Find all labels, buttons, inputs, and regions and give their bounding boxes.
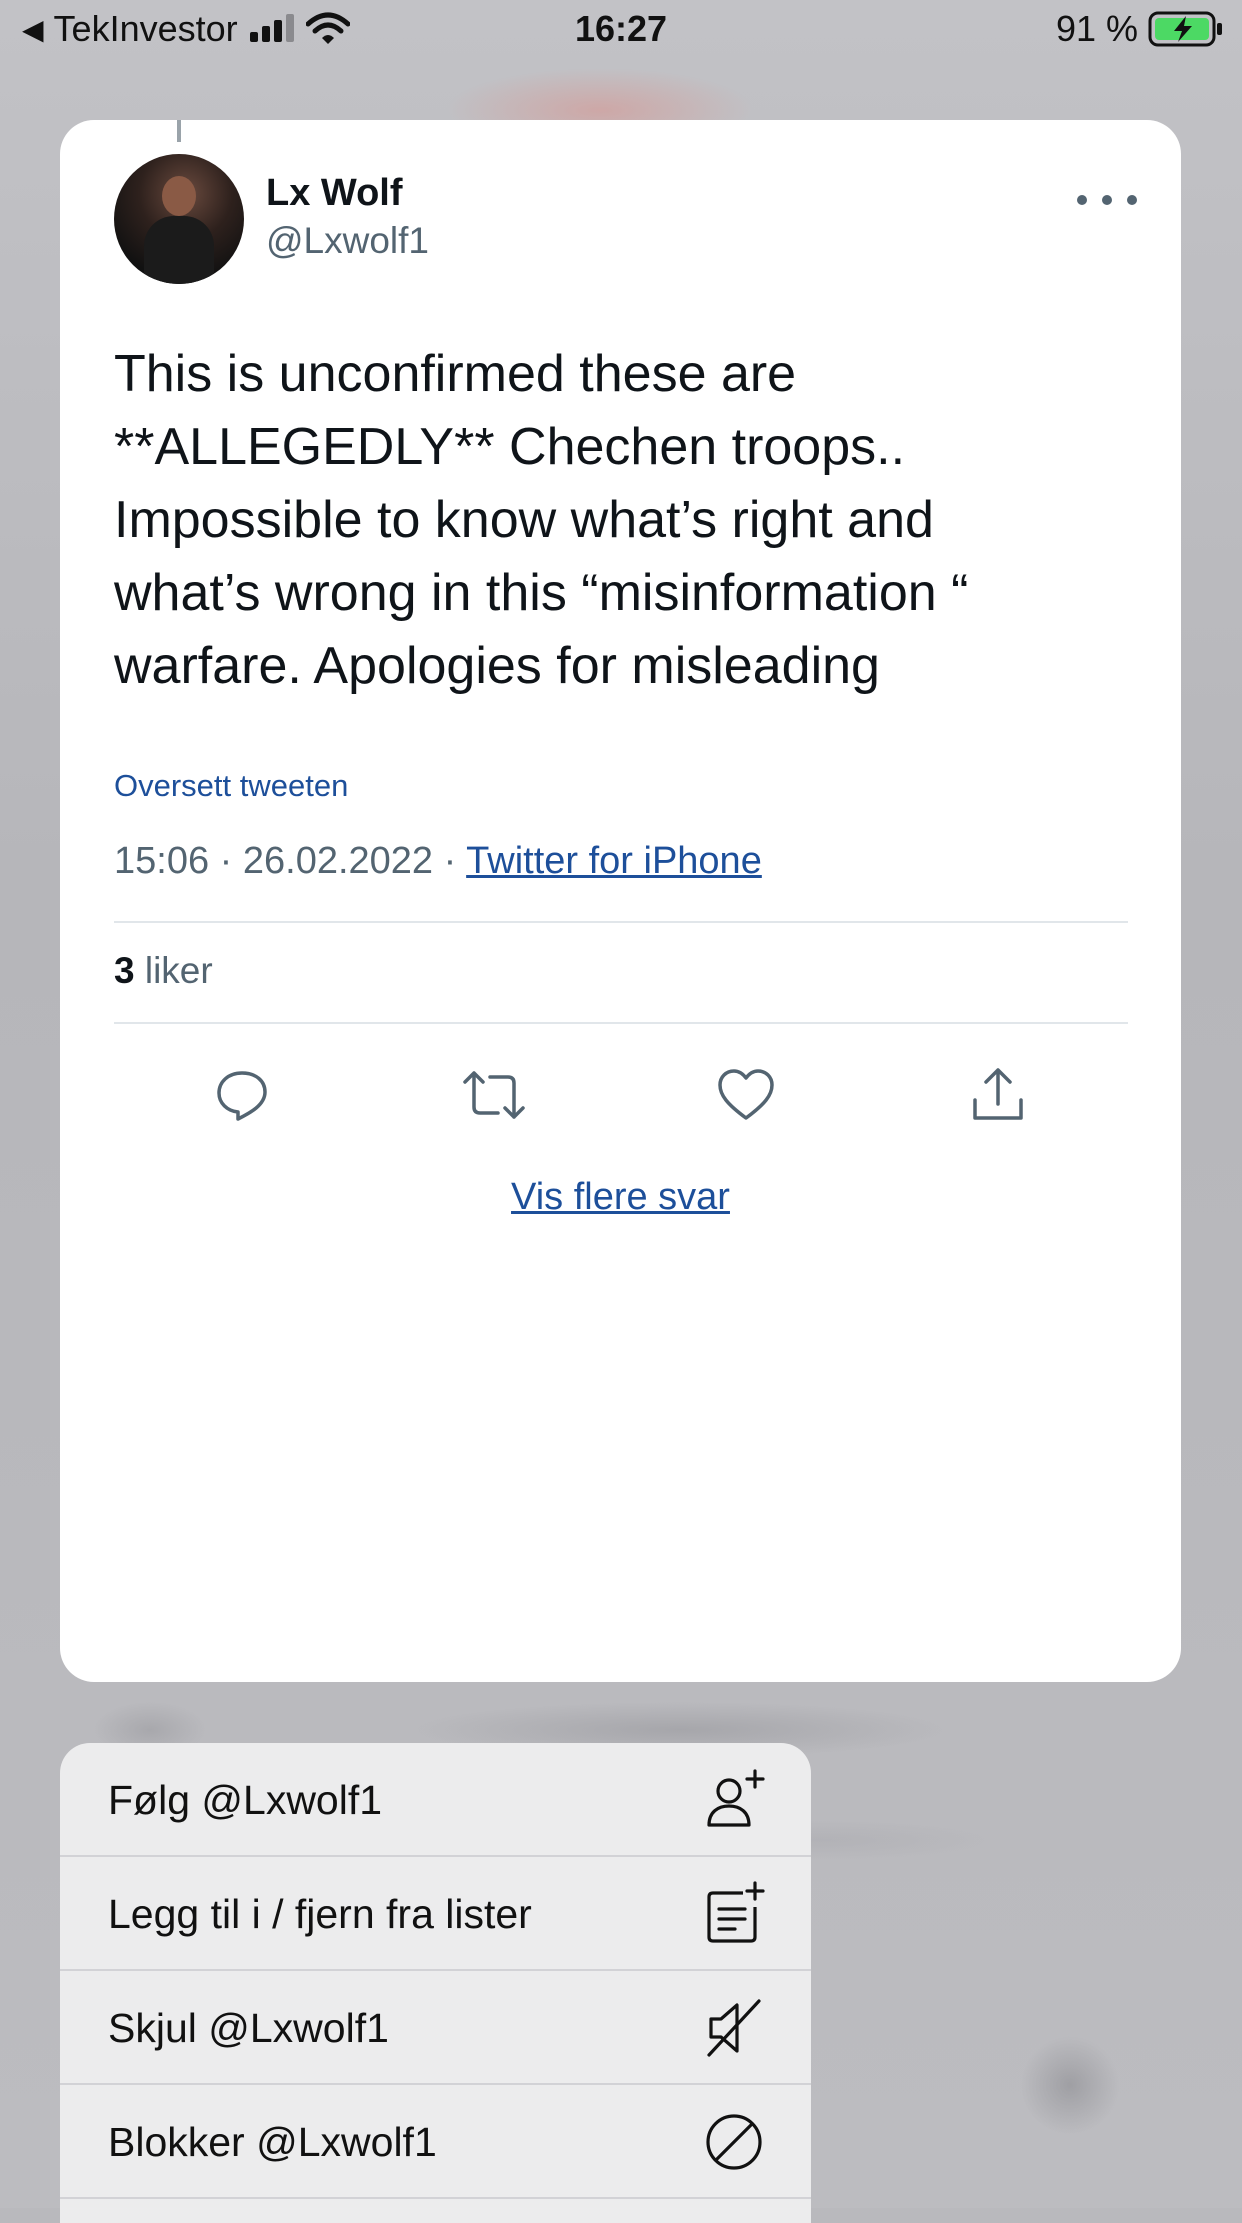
show-more-replies-link[interactable]: Vis flere svar	[60, 1176, 1181, 1219]
dot	[1077, 195, 1087, 205]
divider	[114, 1022, 1128, 1024]
context-menu: Følg @Lxwolf1 Legg til i / fjern fra lis…	[60, 1743, 811, 2223]
reply-icon	[217, 1071, 267, 1121]
menu-item-block[interactable]: Blokker @Lxwolf1	[60, 2085, 811, 2199]
menu-item-label: Skjul @Lxwolf1	[108, 2005, 389, 2051]
status-bar: ◀ TekInvestor 16:27 91 %	[0, 0, 1242, 62]
tweet-timestamp: 15:06 · 26.02.2022 ·	[114, 840, 467, 882]
thread-line	[177, 120, 181, 142]
retweet-button[interactable]	[459, 1060, 529, 1130]
battery-percent: 91 %	[1055, 8, 1138, 49]
tweet-metadata: 15:06 · 26.02.2022 · Twitter for iPhone	[114, 840, 762, 883]
avatar[interactable]	[114, 154, 244, 284]
battery-charging-icon	[1148, 11, 1222, 47]
more-options-button[interactable]	[1077, 180, 1137, 220]
likes-number: 3	[114, 950, 135, 991]
author-handle[interactable]: @Lxwolf1	[266, 220, 429, 262]
tweet-actions	[114, 1052, 1128, 1142]
menu-item-follow[interactable]: Følg @Lxwolf1	[60, 1743, 811, 1857]
like-button[interactable]	[711, 1060, 781, 1130]
author-name[interactable]: Lx Wolf	[266, 172, 403, 215]
mute-icon	[707, 1999, 761, 2057]
menu-item-mute[interactable]: Skjul @Lxwolf1	[60, 1971, 811, 2085]
avatar-figure	[144, 216, 214, 284]
translate-tweet-link[interactable]: Oversett tweeten	[114, 768, 348, 804]
tweet-source-link[interactable]: Twitter for iPhone	[466, 840, 762, 882]
likes-label: liker	[144, 950, 213, 991]
reply-button[interactable]	[207, 1060, 277, 1130]
menu-item-lists[interactable]: Legg til i / fjern fra lister	[60, 1857, 811, 1971]
tweet-text: This is unconfirmed these are **ALLEGEDL…	[114, 345, 969, 695]
menu-item-label: Blokker @Lxwolf1	[108, 2119, 437, 2165]
tweet-preview-card[interactable]: Lx Wolf @Lxwolf1 This is unconfirmed the…	[60, 120, 1181, 1682]
dot	[1102, 195, 1112, 205]
retweet-icon	[463, 1071, 525, 1119]
share-button[interactable]	[963, 1060, 1033, 1130]
avatar-head	[162, 176, 196, 216]
heart-icon	[718, 1069, 774, 1120]
share-icon	[973, 1068, 1023, 1120]
likes-count[interactable]: 3 liker	[114, 950, 213, 992]
divider	[114, 921, 1128, 923]
menu-item-label: Legg til i / fjern fra lister	[108, 1891, 532, 1937]
block-icon	[706, 2114, 762, 2170]
add-to-list-icon	[707, 1881, 765, 1943]
dot	[1127, 195, 1137, 205]
add-user-icon	[707, 1769, 765, 1827]
menu-item-label: Følg @Lxwolf1	[108, 1777, 383, 1823]
